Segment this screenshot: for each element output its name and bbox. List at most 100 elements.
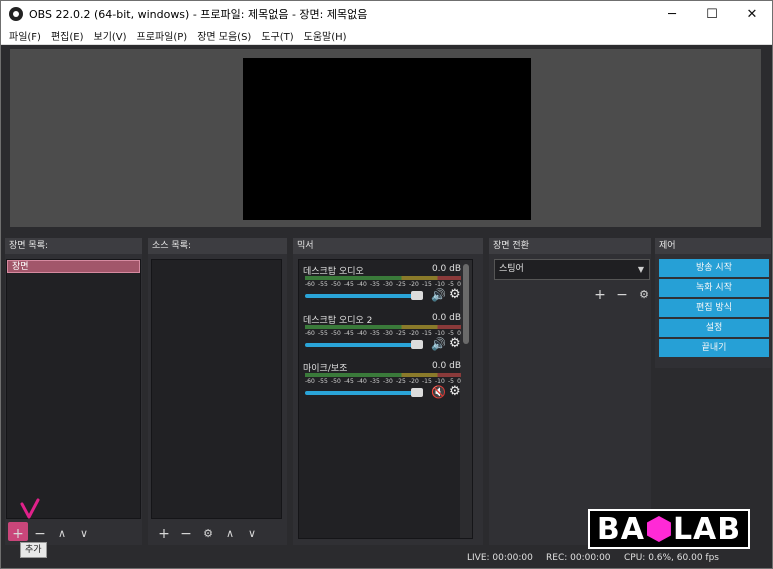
menu-scene-collection[interactable]: 장면 모음(S): [197, 28, 251, 43]
tick-label: -20: [409, 281, 419, 288]
tick-label: -30: [383, 281, 393, 288]
move-source-down-button[interactable]: ∨: [241, 523, 263, 545]
mixer-channel: 데스크탑 오디오 2 0.0 dB -60 -55 -50 -45 -40 -35 -30-…: [301, 313, 461, 359]
cpu-fps: CPU: 0.6%, 60.00 fps: [624, 553, 719, 563]
transition-select[interactable]: 스팅어 ▼: [494, 259, 650, 280]
volume-slider[interactable]: [305, 343, 415, 347]
maximize-button[interactable]: ☐: [692, 1, 732, 27]
chevron-down-icon: ▼: [637, 265, 644, 274]
move-scene-down-button[interactable]: ∨: [73, 523, 95, 545]
volume-slider-handle[interactable]: [411, 340, 423, 349]
transition-select-value: 스팅어: [499, 264, 524, 274]
logo-text-right: LAB: [672, 511, 742, 547]
tick-label: -25: [396, 281, 406, 288]
move-source-up-button[interactable]: ∧: [219, 523, 241, 545]
muted-speaker-icon[interactable]: 🔇: [431, 385, 446, 399]
mixer-scroll-thumb[interactable]: [463, 264, 469, 344]
preview-canvas[interactable]: [243, 58, 531, 220]
transitions-toolbar: + − ⚙: [589, 284, 655, 306]
start-streaming-button[interactable]: 방송 시작: [659, 259, 769, 277]
sources-toolbar: + − ⚙ ∧ ∨: [153, 523, 263, 545]
obs-logo-icon: [9, 7, 23, 21]
settings-button[interactable]: 설정: [659, 319, 769, 337]
logo-text-left: BA: [596, 511, 645, 547]
add-transition-button[interactable]: +: [589, 284, 611, 306]
tick-label: -40: [357, 378, 367, 385]
volume-slider-handle[interactable]: [411, 291, 423, 300]
volume-slider-handle[interactable]: [411, 388, 423, 397]
minimize-button[interactable]: ─: [652, 1, 692, 27]
studio-mode-button[interactable]: 편집 방식: [659, 299, 769, 317]
volume-slider[interactable]: [305, 391, 415, 395]
tick-label: -50: [331, 281, 341, 288]
tick-label: -35: [370, 281, 380, 288]
mixer-channel: 마이크/보조 0.0 dB -60 -55 -50 -45 -40 -35 -30 -25 -2…: [301, 361, 461, 407]
live-time: LIVE: 00:00:00: [467, 553, 533, 563]
volume-meter: [305, 276, 461, 280]
remove-transition-button[interactable]: −: [611, 284, 633, 306]
transitions-dock-title: 장면 전환: [489, 238, 651, 254]
move-scene-up-button[interactable]: ∧: [51, 523, 73, 545]
sources-dock: 소스 목록: + − ⚙ ∧ ∨: [148, 238, 287, 545]
menu-bar: 파일(F) 편집(E) 보기(V) 프로파일(P) 장면 모음(S) 도구(T)…: [1, 27, 772, 45]
controls-dock: 제어 방송 시작 녹화 시작 편집 방식 설정 끝내기: [655, 238, 771, 368]
sources-list[interactable]: [151, 259, 282, 519]
gear-icon[interactable]: ⚙: [449, 384, 461, 399]
preview-area: [10, 49, 761, 227]
speaker-icon[interactable]: 🔊: [431, 337, 446, 351]
hexagon-icon: [646, 516, 671, 542]
controls-dock-title: 제어: [655, 238, 771, 254]
transitions-dock: 장면 전환 스팅어 ▼ + − ⚙: [489, 238, 651, 545]
check-annotation-icon: [20, 498, 40, 519]
obs-window: OBS 22.0.2 (64-bit, windows) - 프로파일: 제목없…: [0, 0, 773, 569]
gear-icon[interactable]: ⚙: [449, 336, 461, 351]
speaker-icon[interactable]: 🔊: [431, 288, 446, 302]
exit-button[interactable]: 끝내기: [659, 339, 769, 357]
scenes-list[interactable]: 장면: [6, 259, 141, 519]
channel-db: 0.0 dB: [431, 313, 461, 323]
channel-db: 0.0 dB: [431, 361, 461, 371]
tick-label: -30: [383, 378, 393, 385]
menu-edit[interactable]: 편집(E): [51, 28, 84, 43]
tick-label: -55: [318, 281, 328, 288]
rec-time: REC: 00:00:00: [546, 553, 611, 563]
tick-label: -40: [357, 330, 367, 337]
menu-view[interactable]: 보기(V): [94, 28, 127, 43]
tick-label: -50: [331, 378, 341, 385]
menu-help[interactable]: 도움말(H): [304, 28, 347, 43]
channel-db: 0.0 dB: [431, 264, 461, 274]
baolab-logo: BA LAB: [588, 509, 750, 549]
gear-icon[interactable]: ⚙: [449, 287, 461, 302]
tick-label: -50: [331, 330, 341, 337]
menu-profile[interactable]: 프로파일(P): [137, 28, 188, 43]
remove-source-button[interactable]: −: [175, 523, 197, 545]
tick-label: -20: [409, 330, 419, 337]
tick-label: -20: [409, 378, 419, 385]
start-recording-button[interactable]: 녹화 시작: [659, 279, 769, 297]
transition-properties-gear-icon[interactable]: ⚙: [633, 284, 655, 306]
mixer-channel: 데스크탑 오디오 0.0 dB -60 -55 -50 -45 -40 -35 -30 -25…: [301, 264, 461, 310]
sources-dock-title: 소스 목록:: [148, 238, 287, 254]
menu-file[interactable]: 파일(F): [9, 28, 41, 43]
scene-item[interactable]: 장면: [7, 260, 140, 273]
tick-label: -60: [305, 378, 315, 385]
tick-label: -30: [383, 330, 393, 337]
close-button[interactable]: ✕: [732, 1, 772, 27]
tick-label: -55: [318, 330, 328, 337]
tick-label: -45: [344, 281, 354, 288]
volume-slider[interactable]: [305, 294, 415, 298]
mixer-dock-title: 믹서: [293, 238, 483, 254]
mixer-scrollbar[interactable]: [460, 260, 472, 538]
add-scene-button[interactable]: +: [7, 523, 29, 545]
scenes-toolbar: + − ∧ ∨: [7, 523, 95, 545]
tick-label: -45: [344, 330, 354, 337]
source-properties-gear-icon[interactable]: ⚙: [197, 523, 219, 545]
volume-meter: [305, 325, 461, 329]
menu-tools[interactable]: 도구(T): [261, 28, 293, 43]
main-area: 장면 목록: 장면 + − ∧ ∨ 소스 목록: + − ⚙ ∧ ∨ 믹서 데스…: [1, 45, 772, 568]
tick-label: -35: [370, 330, 380, 337]
tick-label: -60: [305, 281, 315, 288]
mixer-list: 데스크탑 오디오 0.0 dB -60 -55 -50 -45 -40 -35 -30 -25…: [298, 259, 473, 539]
add-source-button[interactable]: +: [153, 523, 175, 545]
status-bar: LIVE: 00:00:00 REC: 00:00:00 CPU: 0.6%, …: [1, 548, 772, 568]
